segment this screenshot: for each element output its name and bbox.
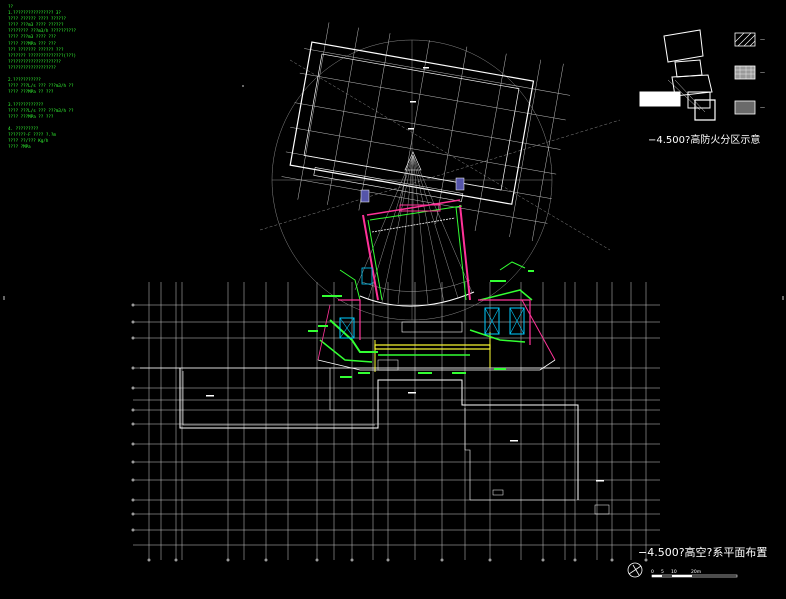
fire-zone-keyplan xyxy=(639,29,716,121)
scale-label: 0 xyxy=(651,570,654,575)
fire-zone-caption: −4.500?高防火分区示意 xyxy=(648,135,761,146)
scale-label: 5 xyxy=(661,570,664,575)
scale-label: 20m xyxy=(691,570,702,575)
lower-building-outline xyxy=(140,367,610,515)
scale-bar xyxy=(651,574,738,578)
legend-label: — xyxy=(760,105,765,111)
legend-label: — xyxy=(760,70,765,76)
design-notes: ?? 1.???????????????? 3? ???? ?????? ???… xyxy=(8,4,128,150)
north-arrow-icon xyxy=(627,562,643,578)
plan-caption: −4.500?高空?系平面布置 xyxy=(638,546,768,559)
note-line: ???? ?MPa xyxy=(8,144,31,150)
room-tags xyxy=(206,67,604,482)
construction-geometry xyxy=(259,39,621,321)
hvac-core xyxy=(308,177,556,378)
grid-bubbles xyxy=(131,303,648,562)
upper-rotated-grid xyxy=(281,22,571,242)
scale-label: 10 xyxy=(671,570,677,575)
structural-grid xyxy=(133,282,660,560)
legend-label: — xyxy=(760,37,765,43)
legend-swatches xyxy=(734,32,756,115)
